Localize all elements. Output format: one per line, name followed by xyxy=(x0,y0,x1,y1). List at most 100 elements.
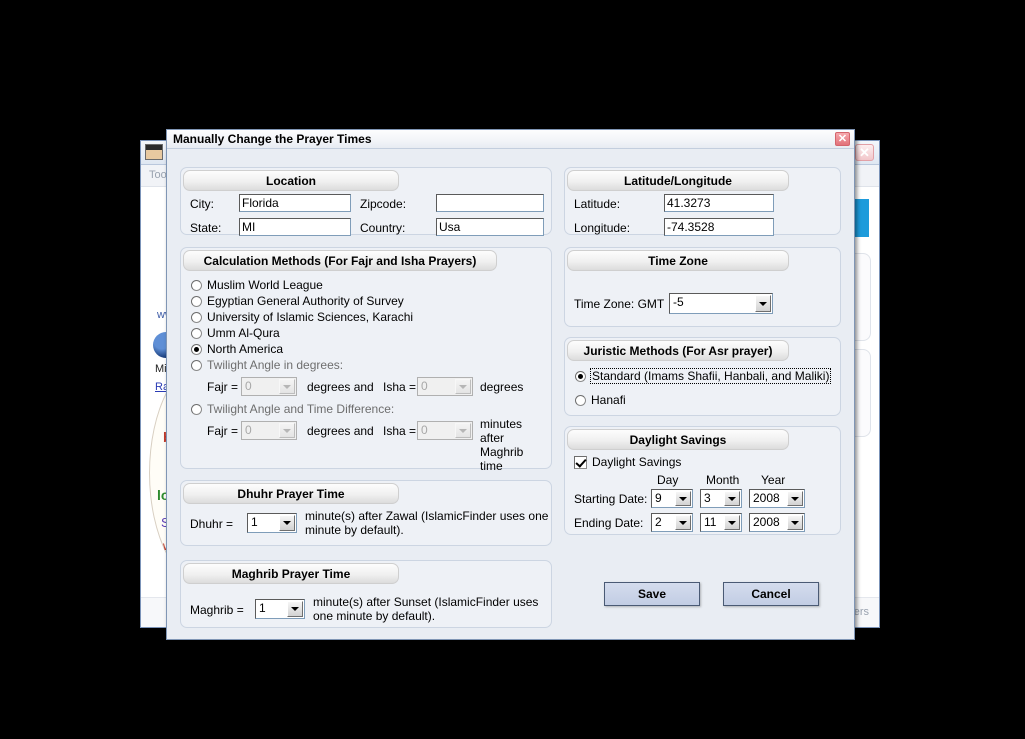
radio-label: Standard (Imams Shafii, Hanbali, and Mal… xyxy=(589,368,832,384)
radio-icon xyxy=(191,404,202,415)
chevron-down-icon[interactable] xyxy=(787,515,803,530)
latitude-label: Latitude: xyxy=(574,197,621,211)
radio-label: North America xyxy=(207,342,284,356)
dhuhr-minutes-combo[interactable]: 1 xyxy=(247,513,297,533)
combo-value: 0 xyxy=(421,379,428,393)
radio-label: University of Islamic Sciences, Karachi xyxy=(207,310,414,324)
zipcode-label: Zipcode: xyxy=(360,197,407,211)
maghrib-minutes-combo[interactable]: 1 xyxy=(255,599,305,619)
radio-label: Umm Al-Qura xyxy=(207,326,280,340)
combo-value: 1 xyxy=(251,515,258,529)
dialog-body: Location City: State: Zipcode: Country: … xyxy=(167,149,854,639)
window-icon xyxy=(145,144,163,160)
twilight-isha-label: Isha = xyxy=(383,380,417,394)
state-input[interactable] xyxy=(239,218,351,236)
maghrib-note: minute(s) after Sunset (IslamicFinder us… xyxy=(313,595,539,623)
close-icon[interactable]: ✕ xyxy=(855,144,874,161)
start-year-combo[interactable]: 2008 xyxy=(749,489,805,508)
city-input[interactable] xyxy=(239,194,351,212)
chevron-down-icon[interactable] xyxy=(455,379,471,394)
timediff-minutes-unit-label: minutes after Maghrib time xyxy=(480,417,524,473)
chevron-down-icon[interactable] xyxy=(279,515,295,531)
prayer-times-dialog[interactable]: Manually Change the Prayer Times ✕ Locat… xyxy=(166,129,855,640)
close-icon[interactable]: ✕ xyxy=(835,132,850,146)
latitude-input[interactable] xyxy=(664,194,774,212)
time-zone-group-header: Time Zone xyxy=(567,250,789,271)
end-year-combo[interactable]: 2008 xyxy=(749,513,805,532)
chevron-down-icon[interactable] xyxy=(724,491,740,506)
daylight-savings-group-header: Daylight Savings xyxy=(567,429,789,450)
radio-icon xyxy=(191,312,202,323)
end-day-combo[interactable]: 2 xyxy=(651,513,693,532)
cancel-button[interactable]: Cancel xyxy=(723,582,819,606)
start-day-combo[interactable]: 9 xyxy=(651,489,693,508)
chevron-down-icon[interactable] xyxy=(279,379,295,394)
chevron-down-icon[interactable] xyxy=(455,423,471,438)
screen: ✕ Too ww Mie Ra b lo S w ers Manually Ch… xyxy=(0,0,1025,739)
radio-label: Twilight Angle and Time Difference: xyxy=(207,402,395,416)
end-month-combo[interactable]: 11 xyxy=(700,513,742,532)
chevron-down-icon[interactable] xyxy=(287,601,303,617)
chevron-down-icon[interactable] xyxy=(755,295,771,312)
time-zone-combo[interactable]: -5 xyxy=(669,293,773,314)
state-label: State: xyxy=(190,221,222,235)
radio-icon xyxy=(191,296,202,307)
timediff-isha-minutes-combo[interactable]: 0 xyxy=(417,421,473,440)
dhuhr-label: Dhuhr = xyxy=(190,517,234,531)
country-input[interactable] xyxy=(436,218,544,236)
juristic-methods-group-header: Juristic Methods (For Asr prayer) xyxy=(567,340,789,361)
starting-date-label: Starting Date: xyxy=(574,492,648,506)
dhuhr-note: minute(s) after Zawal (IslamicFinder use… xyxy=(305,509,549,537)
zipcode-input[interactable] xyxy=(436,194,544,212)
start-month-combo[interactable]: 3 xyxy=(700,489,742,508)
dialog-titlebar[interactable]: Manually Change the Prayer Times ✕ xyxy=(167,130,854,149)
maghrib-label: Maghrib = xyxy=(190,603,244,617)
combo-value: 0 xyxy=(245,423,252,437)
radio-label: Hanafi xyxy=(591,393,626,407)
juristic-methods-group: Juristic Methods (For Asr prayer) Standa… xyxy=(564,337,841,416)
chevron-down-icon[interactable] xyxy=(787,491,803,506)
city-label: City: xyxy=(190,197,214,211)
combo-value: 2008 xyxy=(753,491,780,505)
combo-value: 1 xyxy=(259,601,266,615)
twilight-isha-degrees-combo[interactable]: 0 xyxy=(417,377,473,396)
save-button[interactable]: Save xyxy=(604,582,700,606)
location-group: Location City: State: Zipcode: Country: xyxy=(180,167,552,236)
timediff-isha-label: Isha = xyxy=(383,424,417,438)
lat-long-group: Latitude/Longitude Latitude: Longitude: xyxy=(564,167,841,236)
twilight-degrees-unit-label: degrees xyxy=(480,380,524,394)
twilight-fajr-label: Fajr = xyxy=(207,380,239,394)
radio-label: Egyptian General Authority of Survey xyxy=(207,294,404,308)
chevron-down-icon[interactable] xyxy=(279,423,295,438)
dhuhr-group-header: Dhuhr Prayer Time xyxy=(183,483,399,504)
calculation-methods-group-header: Calculation Methods (For Fajr and Isha P… xyxy=(183,250,497,271)
ending-date-label: Ending Date: xyxy=(574,516,644,530)
combo-value: 2 xyxy=(655,515,662,529)
chevron-down-icon[interactable] xyxy=(675,515,691,530)
radio-label: Twilight Angle in degrees: xyxy=(207,358,344,372)
toolbar-label: Too xyxy=(149,169,167,181)
timediff-fajr-degrees-combo[interactable]: 0 xyxy=(241,421,297,440)
day-column-header: Day xyxy=(657,473,679,487)
radio-icon xyxy=(575,371,586,382)
daylight-savings-checkbox[interactable] xyxy=(574,456,587,469)
radio-label: Muslim World League xyxy=(207,278,323,292)
country-label: Country: xyxy=(360,221,406,235)
combo-value: 0 xyxy=(245,379,252,393)
chevron-down-icon[interactable] xyxy=(675,491,691,506)
longitude-label: Longitude: xyxy=(574,221,631,235)
radio-icon xyxy=(191,360,202,371)
radio-icon xyxy=(191,344,202,355)
radio-icon xyxy=(191,280,202,291)
twilight-degrees-and-label: degrees and xyxy=(307,380,374,394)
radio-icon xyxy=(575,395,586,406)
daylight-savings-checkbox-label: Daylight Savings xyxy=(592,455,682,469)
timediff-fajr-label: Fajr = xyxy=(207,424,239,438)
year-column-header: Year xyxy=(761,473,786,487)
maghrib-group: Maghrib Prayer Time Maghrib = 1 minute(s… xyxy=(180,560,552,628)
chevron-down-icon[interactable] xyxy=(724,515,740,530)
combo-value: 9 xyxy=(655,491,662,505)
twilight-fajr-degrees-combo[interactable]: 0 xyxy=(241,377,297,396)
longitude-input[interactable] xyxy=(664,218,774,236)
dhuhr-group: Dhuhr Prayer Time Dhuhr = 1 minute(s) af… xyxy=(180,480,552,546)
